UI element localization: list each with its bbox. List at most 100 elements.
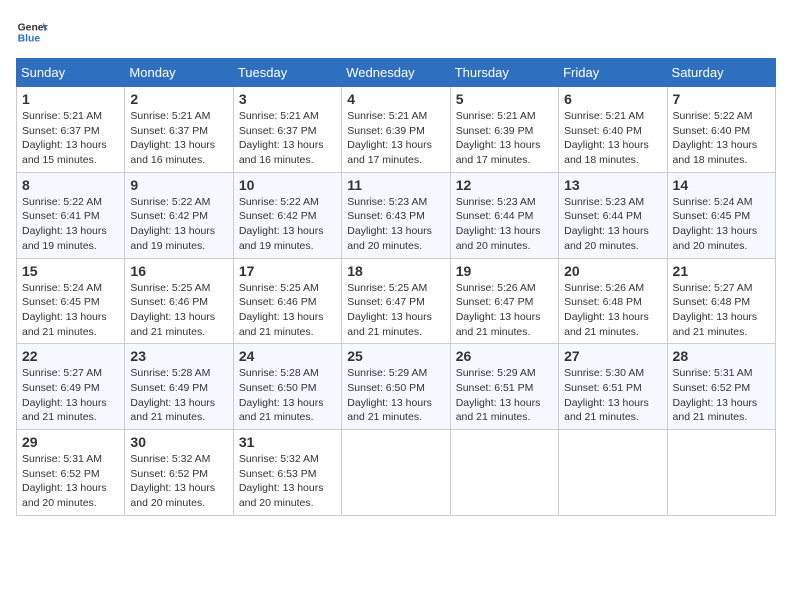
- daylight-text: Daylight: 13 hours and 17 minutes.: [347, 138, 444, 167]
- sunrise-text: Sunrise: 5:23 AM: [347, 195, 444, 210]
- sunset-text: Sunset: 6:44 PM: [564, 209, 661, 224]
- day-number: 8: [22, 177, 119, 193]
- daylight-text: Daylight: 13 hours and 21 minutes.: [22, 310, 119, 339]
- logo: General Blue: [16, 16, 48, 48]
- sunset-text: Sunset: 6:39 PM: [347, 124, 444, 139]
- calendar-week-5: 29 Sunrise: 5:31 AM Sunset: 6:52 PM Dayl…: [17, 430, 776, 516]
- sunrise-text: Sunrise: 5:21 AM: [239, 109, 336, 124]
- calendar-week-1: 1 Sunrise: 5:21 AM Sunset: 6:37 PM Dayli…: [17, 87, 776, 173]
- sunrise-text: Sunrise: 5:24 AM: [673, 195, 770, 210]
- col-header-tuesday: Tuesday: [233, 59, 341, 87]
- sunset-text: Sunset: 6:37 PM: [130, 124, 227, 139]
- page-header: General Blue: [16, 16, 776, 48]
- sunrise-text: Sunrise: 5:28 AM: [239, 366, 336, 381]
- day-info: Sunrise: 5:25 AM Sunset: 6:47 PM Dayligh…: [347, 281, 444, 340]
- day-number: 3: [239, 91, 336, 107]
- sunrise-text: Sunrise: 5:22 AM: [130, 195, 227, 210]
- daylight-text: Daylight: 13 hours and 20 minutes.: [564, 224, 661, 253]
- calendar-day-24: 24 Sunrise: 5:28 AM Sunset: 6:50 PM Dayl…: [233, 344, 341, 430]
- sunrise-text: Sunrise: 5:31 AM: [673, 366, 770, 381]
- day-info: Sunrise: 5:22 AM Sunset: 6:42 PM Dayligh…: [239, 195, 336, 254]
- sunset-text: Sunset: 6:39 PM: [456, 124, 553, 139]
- col-header-friday: Friday: [559, 59, 667, 87]
- daylight-text: Daylight: 13 hours and 18 minutes.: [673, 138, 770, 167]
- day-info: Sunrise: 5:24 AM Sunset: 6:45 PM Dayligh…: [673, 195, 770, 254]
- day-info: Sunrise: 5:21 AM Sunset: 6:39 PM Dayligh…: [347, 109, 444, 168]
- sunrise-text: Sunrise: 5:22 AM: [22, 195, 119, 210]
- daylight-text: Daylight: 13 hours and 18 minutes.: [564, 138, 661, 167]
- daylight-text: Daylight: 13 hours and 21 minutes.: [564, 396, 661, 425]
- daylight-text: Daylight: 13 hours and 21 minutes.: [673, 310, 770, 339]
- calendar-day-8: 8 Sunrise: 5:22 AM Sunset: 6:41 PM Dayli…: [17, 172, 125, 258]
- sunset-text: Sunset: 6:37 PM: [22, 124, 119, 139]
- sunset-text: Sunset: 6:50 PM: [347, 381, 444, 396]
- col-header-monday: Monday: [125, 59, 233, 87]
- day-number: 9: [130, 177, 227, 193]
- calendar-day-30: 30 Sunrise: 5:32 AM Sunset: 6:52 PM Dayl…: [125, 430, 233, 516]
- empty-cell: [450, 430, 558, 516]
- day-number: 7: [673, 91, 770, 107]
- calendar-day-2: 2 Sunrise: 5:21 AM Sunset: 6:37 PM Dayli…: [125, 87, 233, 173]
- sunrise-text: Sunrise: 5:21 AM: [564, 109, 661, 124]
- calendar-day-10: 10 Sunrise: 5:22 AM Sunset: 6:42 PM Dayl…: [233, 172, 341, 258]
- calendar-body: 1 Sunrise: 5:21 AM Sunset: 6:37 PM Dayli…: [17, 87, 776, 516]
- calendar-day-20: 20 Sunrise: 5:26 AM Sunset: 6:48 PM Dayl…: [559, 258, 667, 344]
- calendar-day-25: 25 Sunrise: 5:29 AM Sunset: 6:50 PM Dayl…: [342, 344, 450, 430]
- daylight-text: Daylight: 13 hours and 21 minutes.: [22, 396, 119, 425]
- logo-icon: General Blue: [16, 16, 48, 48]
- col-header-wednesday: Wednesday: [342, 59, 450, 87]
- calendar-day-5: 5 Sunrise: 5:21 AM Sunset: 6:39 PM Dayli…: [450, 87, 558, 173]
- sunset-text: Sunset: 6:52 PM: [130, 467, 227, 482]
- calendar-day-13: 13 Sunrise: 5:23 AM Sunset: 6:44 PM Dayl…: [559, 172, 667, 258]
- calendar-day-4: 4 Sunrise: 5:21 AM Sunset: 6:39 PM Dayli…: [342, 87, 450, 173]
- day-info: Sunrise: 5:26 AM Sunset: 6:47 PM Dayligh…: [456, 281, 553, 340]
- daylight-text: Daylight: 13 hours and 15 minutes.: [22, 138, 119, 167]
- day-info: Sunrise: 5:27 AM Sunset: 6:48 PM Dayligh…: [673, 281, 770, 340]
- day-info: Sunrise: 5:32 AM Sunset: 6:53 PM Dayligh…: [239, 452, 336, 511]
- calendar-day-14: 14 Sunrise: 5:24 AM Sunset: 6:45 PM Dayl…: [667, 172, 775, 258]
- daylight-text: Daylight: 13 hours and 20 minutes.: [239, 481, 336, 510]
- svg-text:Blue: Blue: [18, 34, 41, 45]
- sunrise-text: Sunrise: 5:21 AM: [456, 109, 553, 124]
- day-info: Sunrise: 5:32 AM Sunset: 6:52 PM Dayligh…: [130, 452, 227, 511]
- daylight-text: Daylight: 13 hours and 20 minutes.: [456, 224, 553, 253]
- calendar-week-3: 15 Sunrise: 5:24 AM Sunset: 6:45 PM Dayl…: [17, 258, 776, 344]
- day-info: Sunrise: 5:29 AM Sunset: 6:50 PM Dayligh…: [347, 366, 444, 425]
- calendar-week-2: 8 Sunrise: 5:22 AM Sunset: 6:41 PM Dayli…: [17, 172, 776, 258]
- day-number: 17: [239, 263, 336, 279]
- daylight-text: Daylight: 13 hours and 21 minutes.: [456, 310, 553, 339]
- sunset-text: Sunset: 6:40 PM: [564, 124, 661, 139]
- calendar-day-18: 18 Sunrise: 5:25 AM Sunset: 6:47 PM Dayl…: [342, 258, 450, 344]
- sunset-text: Sunset: 6:51 PM: [564, 381, 661, 396]
- day-info: Sunrise: 5:22 AM Sunset: 6:40 PM Dayligh…: [673, 109, 770, 168]
- sunrise-text: Sunrise: 5:29 AM: [347, 366, 444, 381]
- sunset-text: Sunset: 6:46 PM: [239, 295, 336, 310]
- col-header-thursday: Thursday: [450, 59, 558, 87]
- sunrise-text: Sunrise: 5:30 AM: [564, 366, 661, 381]
- daylight-text: Daylight: 13 hours and 17 minutes.: [456, 138, 553, 167]
- sunrise-text: Sunrise: 5:26 AM: [564, 281, 661, 296]
- daylight-text: Daylight: 13 hours and 16 minutes.: [130, 138, 227, 167]
- calendar-table: SundayMondayTuesdayWednesdayThursdayFrid…: [16, 58, 776, 516]
- daylight-text: Daylight: 13 hours and 21 minutes.: [673, 396, 770, 425]
- calendar-day-9: 9 Sunrise: 5:22 AM Sunset: 6:42 PM Dayli…: [125, 172, 233, 258]
- calendar-day-22: 22 Sunrise: 5:27 AM Sunset: 6:49 PM Dayl…: [17, 344, 125, 430]
- calendar-day-12: 12 Sunrise: 5:23 AM Sunset: 6:44 PM Dayl…: [450, 172, 558, 258]
- day-number: 28: [673, 348, 770, 364]
- day-info: Sunrise: 5:24 AM Sunset: 6:45 PM Dayligh…: [22, 281, 119, 340]
- sunset-text: Sunset: 6:48 PM: [673, 295, 770, 310]
- sunrise-text: Sunrise: 5:28 AM: [130, 366, 227, 381]
- sunrise-text: Sunrise: 5:27 AM: [22, 366, 119, 381]
- daylight-text: Daylight: 13 hours and 21 minutes.: [130, 396, 227, 425]
- day-number: 29: [22, 434, 119, 450]
- calendar-day-29: 29 Sunrise: 5:31 AM Sunset: 6:52 PM Dayl…: [17, 430, 125, 516]
- day-info: Sunrise: 5:30 AM Sunset: 6:51 PM Dayligh…: [564, 366, 661, 425]
- daylight-text: Daylight: 13 hours and 21 minutes.: [239, 310, 336, 339]
- day-info: Sunrise: 5:25 AM Sunset: 6:46 PM Dayligh…: [130, 281, 227, 340]
- sunset-text: Sunset: 6:53 PM: [239, 467, 336, 482]
- sunrise-text: Sunrise: 5:21 AM: [130, 109, 227, 124]
- day-info: Sunrise: 5:22 AM Sunset: 6:42 PM Dayligh…: [130, 195, 227, 254]
- col-header-saturday: Saturday: [667, 59, 775, 87]
- daylight-text: Daylight: 13 hours and 21 minutes.: [239, 396, 336, 425]
- sunrise-text: Sunrise: 5:24 AM: [22, 281, 119, 296]
